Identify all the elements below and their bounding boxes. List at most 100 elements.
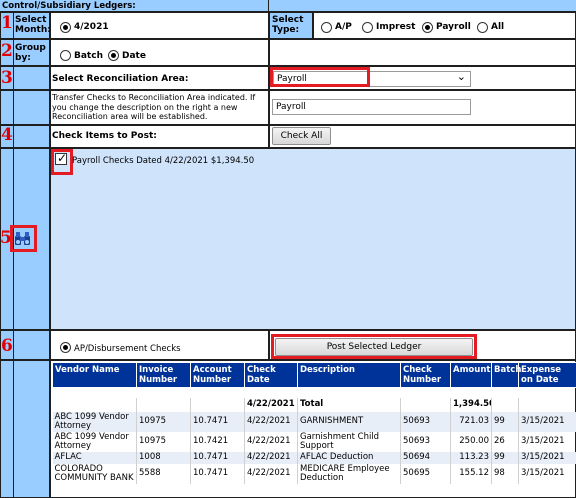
- panel-header: Control/Subsidiary Ledgers:: [0, 0, 576, 12]
- reconciliation-highlight: [270, 67, 370, 87]
- ap-disbursement-label: AP/Disbursement Checks: [74, 344, 181, 354]
- row-number-6: 6: [1, 336, 13, 356]
- col-amount[interactable]: Amount: [450, 362, 492, 388]
- col-vendor-name[interactable]: Vendor Name: [52, 362, 137, 388]
- post-button-highlight: [271, 334, 477, 359]
- table-header-row: Vendor Name Invoice Number Account Numbe…: [52, 362, 576, 388]
- panel-title: Control/Subsidiary Ledgers:: [2, 1, 136, 11]
- row-transfer-left: [0, 90, 50, 125]
- cell-account: 10.7471: [190, 411, 245, 432]
- table-total-row: 4/22/2021 Total 1,394.50: [52, 397, 576, 412]
- ledger-table: Vendor Name Invoice Number Account Numbe…: [52, 362, 576, 484]
- total-date: 4/22/2021: [244, 397, 298, 412]
- chevron-down-icon: ⌄: [456, 70, 466, 83]
- cell-vendor: COLORADO COMMUNITY BANK: [52, 463, 137, 484]
- ledger-items-panel: [50, 148, 576, 330]
- cell-description: Garnishment Child Support: [297, 431, 401, 452]
- cell-amount: 250.00: [450, 431, 492, 452]
- cell-check-number: 50695: [400, 463, 451, 484]
- cell-account: 10.7421: [190, 431, 245, 452]
- cell-vendor: ABC 1099 Vendor Attorney: [52, 411, 137, 432]
- ledger-checkbox-highlight: [51, 149, 73, 175]
- cell-description: AFLAC Deduction: [297, 451, 401, 464]
- type-radio-imprest-label: Imprest: [376, 22, 416, 32]
- cell-vendor: AFLAC: [52, 451, 137, 464]
- cell-expense-date: 3/15/2021: [518, 431, 576, 452]
- total-label: Total: [297, 397, 401, 412]
- cell-check-date: 4/22/2021: [244, 451, 298, 464]
- cell-account: 10.7471: [190, 451, 245, 464]
- cell-vendor: ABC 1099 Vendor Attorney: [52, 431, 137, 452]
- ap-disbursement-radio[interactable]: [60, 342, 71, 353]
- row-table-left: [0, 360, 50, 498]
- left-col-divider: [13, 12, 14, 498]
- table-row[interactable]: COLORADO COMMUNITY BANK 5588 10.7471 4/2…: [52, 463, 576, 484]
- transfer-description: Transfer Checks to Reconciliation Area i…: [52, 93, 256, 121]
- col-batch[interactable]: Batch: [491, 362, 521, 388]
- reconciliation-description-input[interactable]: Payroll: [272, 99, 471, 115]
- select-type-label: Select Type:: [272, 15, 304, 35]
- group-radio-batch-label: Batch: [74, 51, 103, 61]
- month-radio[interactable]: [60, 22, 71, 33]
- type-radio-ap-label: A/P: [335, 22, 352, 32]
- type-radio-payroll-label: Payroll: [436, 22, 471, 32]
- cell-expense-date: 3/15/2021: [518, 451, 576, 464]
- table-row[interactable]: ABC 1099 Vendor Attorney 10975 10.7471 4…: [52, 411, 576, 432]
- month-radio-label: 4/2021: [74, 22, 109, 32]
- row-number-3: 3: [1, 68, 13, 88]
- row-number-1: 1: [1, 13, 13, 33]
- check-all-button[interactable]: Check All: [272, 127, 331, 145]
- group-radio-batch[interactable]: [60, 50, 71, 61]
- ledger-item-label: Payroll Checks Dated 4/22/2021 $1,394.50: [72, 156, 255, 166]
- group-radio-date[interactable]: [108, 50, 119, 61]
- cell-expense-date: 3/15/2021: [518, 411, 576, 432]
- col-check-number[interactable]: Check Number: [400, 362, 451, 388]
- cell-check-date: 4/22/2021: [244, 463, 298, 484]
- cell-check-number: 50694: [400, 451, 451, 464]
- cell-batch: 98: [491, 463, 519, 484]
- reconciliation-description-value: Payroll: [276, 102, 306, 112]
- cell-check-number: 50693: [400, 411, 451, 432]
- col-description[interactable]: Description: [297, 362, 401, 388]
- cell-invoice: 5588: [136, 463, 191, 484]
- check-items-label: Check Items to Post:: [52, 131, 157, 141]
- cell-batch: 99: [491, 411, 519, 432]
- cell-invoice: 10975: [136, 431, 191, 452]
- cell-description: GARNISHMENT: [297, 411, 401, 432]
- type-radio-imprest[interactable]: [362, 22, 373, 33]
- cell-check-date: 4/22/2021: [244, 411, 298, 432]
- type-radio-ap[interactable]: [321, 22, 332, 33]
- row2-right-empty: [269, 39, 576, 66]
- binoculars-highlight: [10, 225, 37, 252]
- reconciliation-area-label: Select Reconciliation Area:: [52, 74, 189, 84]
- type-radio-all[interactable]: [477, 22, 488, 33]
- cell-account: 10.7471: [190, 463, 245, 484]
- cell-invoice: 1008: [136, 451, 191, 464]
- cell-amount: 721.03: [450, 411, 492, 432]
- col-expense-on-date[interactable]: Expense on Date: [518, 362, 576, 388]
- cell-batch: 99: [491, 451, 519, 464]
- total-amount: 1,394.50: [450, 397, 492, 412]
- col-invoice-number[interactable]: Invoice Number: [136, 362, 191, 388]
- table-row[interactable]: ABC 1099 Vendor Attorney 10975 10.7421 4…: [52, 431, 576, 452]
- cell-description: MEDICARE Employee Deduction: [297, 463, 401, 484]
- cell-batch: 26: [491, 431, 519, 452]
- table-row[interactable]: AFLAC 1008 10.7471 4/22/2021 AFLAC Deduc…: [52, 451, 576, 464]
- cell-amount: 155.12: [450, 463, 492, 484]
- group-radio-date-label: Date: [122, 51, 146, 61]
- col-check-date[interactable]: Check Date: [244, 362, 298, 388]
- cell-amount: 113.23: [450, 451, 492, 464]
- cell-invoice: 10975: [136, 411, 191, 432]
- cell-check-date: 4/22/2021: [244, 431, 298, 452]
- type-radio-payroll[interactable]: [422, 22, 433, 33]
- row-number-2: 2: [1, 41, 13, 61]
- group-by-label: Group by:: [15, 43, 46, 63]
- table-spacer-row: [52, 387, 576, 398]
- col-account-number[interactable]: Account Number: [190, 362, 245, 388]
- select-month-label: Select Month:: [15, 15, 51, 35]
- type-radio-all-label: All: [491, 22, 505, 32]
- header-divider: [268, 0, 269, 12]
- cell-expense-date: 3/15/2021: [518, 463, 576, 484]
- cell-check-number: 50693: [400, 431, 451, 452]
- row-number-4: 4: [1, 125, 13, 145]
